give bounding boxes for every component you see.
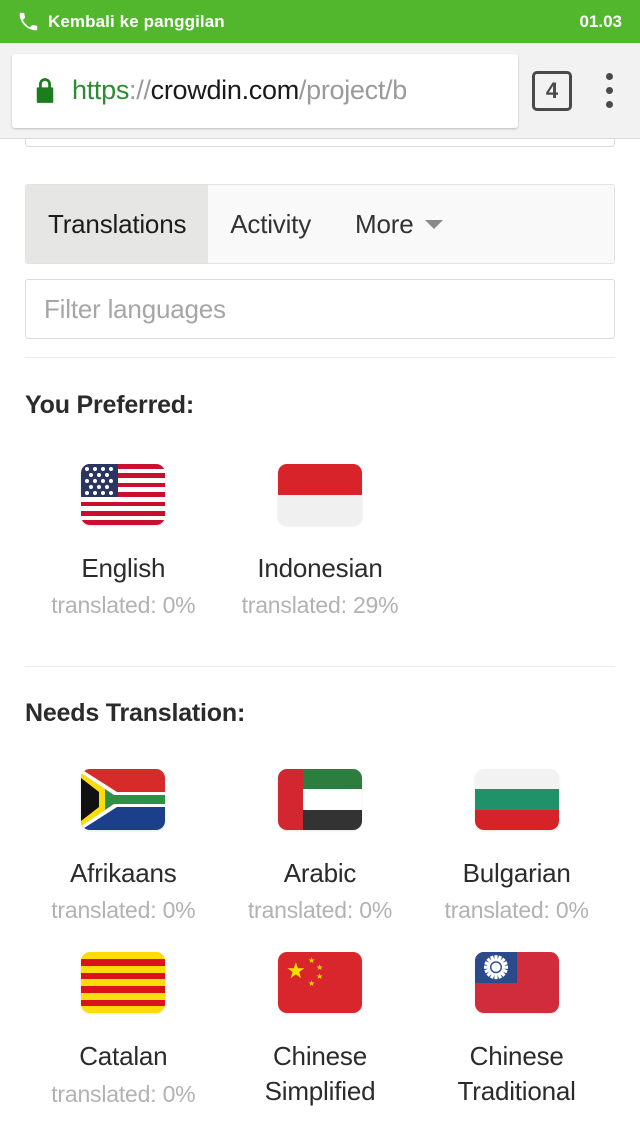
divider	[25, 357, 615, 358]
tab-translations-label: Translations	[48, 208, 187, 239]
tab-switcher-button[interactable]: 4	[532, 70, 572, 111]
browser-toolbar: https://crowdin.com/project/b 4	[0, 43, 640, 139]
tab-activity-label: Activity	[230, 208, 312, 239]
menu-dot	[605, 87, 613, 94]
url-scheme: https	[72, 75, 130, 105]
more-vertical-icon[interactable]	[594, 69, 624, 113]
url-separator: ://	[129, 75, 151, 105]
return-to-call-banner[interactable]: Kembali ke panggilan 01.03	[0, 0, 640, 43]
section-title-preferred: You Preferred:	[25, 391, 195, 419]
language-progress: translated: 29%	[241, 592, 399, 619]
menu-dot	[605, 101, 613, 108]
flag-indonesia	[277, 464, 362, 525]
chevron-down-icon	[425, 219, 444, 229]
flag-south-africa	[81, 769, 166, 830]
language-card-bulgarian[interactable]: Bulgarian translated: 0%	[418, 769, 615, 924]
tab-activity[interactable]: Activity	[208, 185, 334, 263]
url-text: https://crowdin.com/project/b	[72, 75, 407, 106]
language-card-chinese-simplified[interactable]: ★ ★ ★ ★ ★ Chinese Simplified	[222, 952, 419, 1115]
language-name: Chinese Traditional	[457, 1041, 576, 1106]
flag-china: ★ ★ ★ ★ ★	[277, 952, 362, 1014]
filter-languages-placeholder: Filter languages	[44, 293, 226, 324]
divider	[25, 666, 615, 667]
project-tabs: Translations Activity More	[25, 184, 615, 264]
language-name: Bulgarian	[462, 858, 571, 888]
language-card-chinese-traditional[interactable]: Chinese Traditional	[418, 952, 615, 1115]
call-banner-label: Kembali ke panggilan	[48, 11, 225, 31]
flag-catalonia	[81, 952, 166, 1014]
language-progress: translated: 0%	[444, 897, 589, 924]
language-progress: translated: 0%	[247, 897, 393, 924]
tab-more-label: More	[355, 208, 414, 239]
language-progress: translated: 0%	[51, 1080, 196, 1107]
tab-translations[interactable]: Translations	[26, 185, 209, 263]
flag-bulgaria	[474, 769, 559, 830]
flag-united-arab-emirates	[277, 769, 362, 830]
language-card-catalan[interactable]: Catalan translated: 0%	[25, 952, 222, 1115]
page-content: Translations Activity More Filter langua…	[0, 139, 640, 1138]
language-card-afrikaans[interactable]: Afrikaans translated: 0%	[25, 769, 222, 924]
url-host: crowdin.com	[150, 75, 300, 105]
language-name: English	[81, 553, 166, 583]
menu-dot	[605, 73, 613, 80]
language-name: Arabic	[283, 858, 357, 888]
address-bar[interactable]: https://crowdin.com/project/b	[12, 53, 518, 128]
tab-more[interactable]: More	[333, 185, 466, 263]
url-path: /project/b	[298, 75, 407, 105]
language-name: Chinese Simplified	[264, 1041, 376, 1106]
flag-taiwan	[474, 952, 559, 1014]
preferred-language-grid: English translated: 0% Indonesian transl…	[25, 464, 615, 647]
call-banner-timer: 01.03	[579, 11, 622, 31]
language-card-indonesian[interactable]: Indonesian translated: 29%	[222, 464, 419, 619]
clipped-panel-above	[25, 139, 615, 147]
needs-translation-language-grid: Afrikaans translated: 0% Arabic translat…	[25, 769, 615, 1138]
language-progress: translated: 0%	[51, 592, 196, 619]
language-name: Catalan	[79, 1041, 168, 1072]
filter-languages-input[interactable]: Filter languages	[25, 279, 615, 339]
section-title-needs: Needs Translation:	[25, 699, 246, 727]
language-name: Afrikaans	[70, 858, 177, 888]
phone-icon	[18, 12, 38, 32]
lock-icon	[34, 77, 56, 104]
language-name: Indonesian	[257, 553, 383, 583]
language-card-arabic[interactable]: Arabic translated: 0%	[222, 769, 419, 924]
flag-united-states	[81, 464, 166, 525]
language-progress: translated: 0%	[51, 897, 196, 924]
language-card-english[interactable]: English translated: 0%	[25, 464, 222, 619]
